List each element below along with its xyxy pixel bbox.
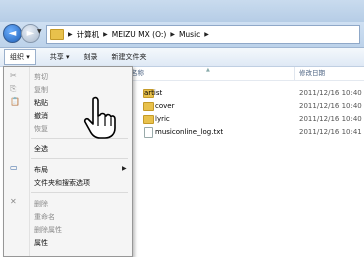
organize-button[interactable]: 组织 ▾	[4, 49, 36, 65]
menu-separator	[31, 192, 128, 193]
layout-icon: ▭	[10, 163, 18, 172]
menu-item-copy[interactable]: 复制	[34, 85, 48, 95]
menu-item-properties[interactable]: 属性	[34, 238, 48, 248]
breadcrumb-computer[interactable]: 计算机	[77, 29, 100, 40]
breadcrumb[interactable]: ▶ 计算机 ▶ MEIZU MX (O:) ▶ Music ▶	[46, 25, 360, 44]
hand-pointer-icon	[83, 96, 116, 139]
forward-arrow-icon: ►	[26, 28, 35, 39]
list-item[interactable]: lyric 2011/12/16 10:40	[131, 114, 364, 125]
text-file-icon	[144, 127, 153, 138]
submenu-arrow-icon: ▶	[122, 165, 127, 172]
column-divider[interactable]	[294, 67, 295, 80]
header-divider	[130, 80, 364, 81]
file-date: 2011/12/16 10:40	[299, 89, 362, 97]
new-folder-button[interactable]: 新建文件夹	[112, 52, 147, 62]
file-date: 2011/12/16 10:40	[299, 115, 362, 123]
history-dropdown-icon[interactable]: ▼	[37, 28, 42, 35]
chevron-right-icon[interactable]: ▶	[68, 31, 73, 38]
burn-button[interactable]: 刻录	[84, 52, 98, 62]
menu-item-layout[interactable]: 布局	[34, 165, 48, 175]
menu-item-cut[interactable]: 剪切	[34, 72, 48, 82]
copy-icon: ⎘	[10, 84, 17, 93]
back-arrow-icon: ◄	[8, 28, 17, 39]
menu-item-remove-properties[interactable]: 删除属性	[34, 225, 62, 235]
folder-icon	[143, 102, 154, 111]
menu-item-undo[interactable]: 撤消	[34, 111, 48, 121]
file-name: musiconline_log.txt	[155, 128, 224, 136]
list-item[interactable]: musiconline_log.txt 2011/12/16 10:41	[131, 127, 364, 138]
menu-item-select-all[interactable]: 全选	[34, 144, 48, 154]
file-date: 2011/12/16 10:41	[299, 128, 362, 136]
chevron-right-icon[interactable]: ▶	[103, 31, 108, 38]
folder-icon	[50, 29, 64, 40]
back-button[interactable]: ◄	[3, 24, 22, 43]
chevron-right-icon[interactable]: ▶	[204, 31, 209, 38]
scissors-icon: ✂	[10, 71, 17, 80]
list-item[interactable]: artist 2011/12/16 10:40	[131, 88, 364, 99]
menu-item-redo[interactable]: 恢复	[34, 124, 48, 134]
menu-item-delete[interactable]: 删除	[34, 199, 48, 209]
file-name: artist	[144, 89, 163, 97]
clipboard-icon: 📋	[10, 97, 20, 106]
menu-icon-gutter	[29, 67, 30, 256]
file-name: cover	[155, 102, 175, 110]
chevron-right-icon[interactable]: ▶	[170, 31, 175, 38]
sort-ascending-icon: ▲	[206, 67, 210, 73]
share-button[interactable]: 共享 ▾	[50, 52, 70, 62]
window-titlebar	[0, 0, 364, 22]
menu-item-folder-options[interactable]: 文件夹和搜索选项	[34, 178, 90, 188]
folder-icon	[143, 115, 154, 124]
breadcrumb-music[interactable]: Music	[179, 30, 200, 39]
column-header-date[interactable]: 修改日期	[299, 67, 325, 80]
menu-separator	[31, 158, 128, 159]
file-date: 2011/12/16 10:40	[299, 102, 362, 110]
menu-item-rename[interactable]: 重命名	[34, 212, 55, 222]
file-name: lyric	[155, 115, 170, 123]
breadcrumb-drive[interactable]: MEIZU MX (O:)	[112, 30, 167, 39]
organize-dropdown-menu: ✂ 剪切 ⎘ 复制 📋 粘贴 撤消 恢复 全选 ▭ 布局 ▶ 文件夹和搜索选项 …	[3, 66, 133, 257]
delete-x-icon: ✕	[10, 197, 17, 206]
list-item[interactable]: cover 2011/12/16 10:40	[131, 101, 364, 112]
menu-item-paste[interactable]: 粘贴	[34, 98, 48, 108]
command-bar: 组织 ▾ 共享 ▾ 刻录 新建文件夹	[0, 48, 364, 67]
